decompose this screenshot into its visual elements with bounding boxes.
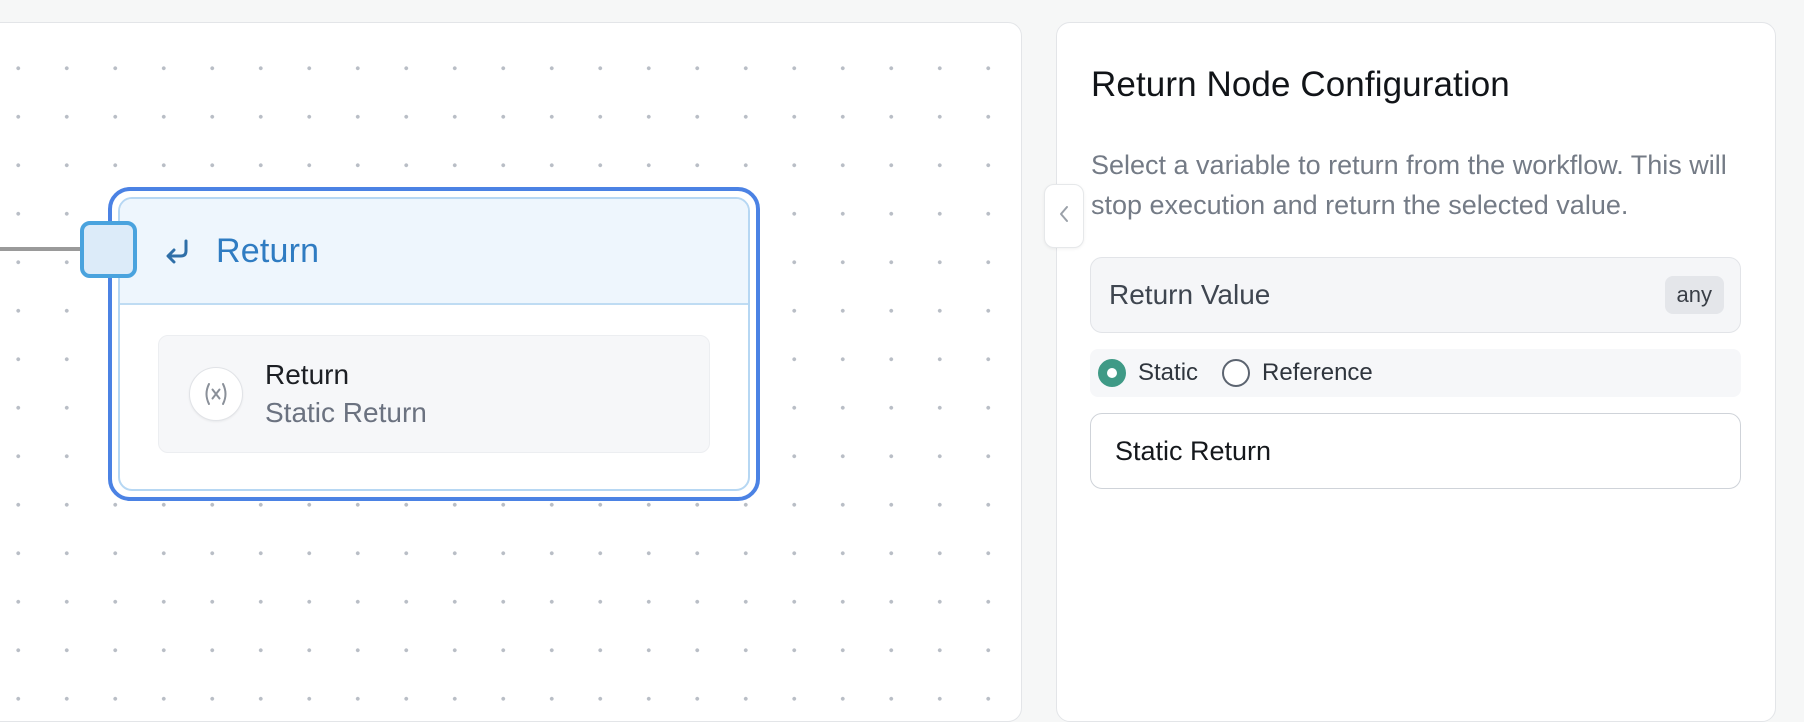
static-value-input[interactable] xyxy=(1090,413,1741,489)
return-mode-toggle: Static Reference xyxy=(1090,349,1741,397)
panel-description: Select a variable to return from the wor… xyxy=(1091,150,1727,220)
return-node[interactable]: Return Return Static Return xyxy=(108,187,760,501)
radio-option-reference[interactable]: Reference xyxy=(1222,359,1373,387)
node-title: Return xyxy=(216,231,320,270)
collapse-panel-button[interactable] xyxy=(1044,184,1084,248)
variable-x-icon xyxy=(189,367,243,421)
config-panel: Return Node Configuration Select a varia… xyxy=(1056,22,1776,722)
return-arrow-icon xyxy=(162,235,194,267)
chevron-left-icon xyxy=(1057,203,1071,230)
node-input-handle[interactable] xyxy=(80,221,137,278)
return-node-body: Return Static Return xyxy=(120,305,748,453)
return-node-frame: Return Return Static Return xyxy=(118,197,750,491)
variable-text: Return Static Return xyxy=(265,356,427,432)
static-radio-label: Static xyxy=(1138,359,1199,386)
type-badge: any xyxy=(1664,276,1724,314)
variable-name: Return xyxy=(265,359,350,390)
reference-radio-label: Reference xyxy=(1262,359,1373,386)
return-value-field[interactable]: Return Value any xyxy=(1090,257,1741,333)
incoming-edge[interactable] xyxy=(0,247,84,251)
variable-value: Static Return xyxy=(265,397,427,428)
radio-option-static[interactable]: Static xyxy=(1098,359,1198,387)
return-node-header: Return xyxy=(120,199,748,305)
reference-radio[interactable] xyxy=(1222,359,1251,387)
static-radio[interactable] xyxy=(1098,359,1126,387)
return-value-label: Return Value xyxy=(1109,279,1271,310)
return-variable-card[interactable]: Return Static Return xyxy=(158,335,710,453)
panel-title: Return Node Configuration xyxy=(1091,65,1510,104)
